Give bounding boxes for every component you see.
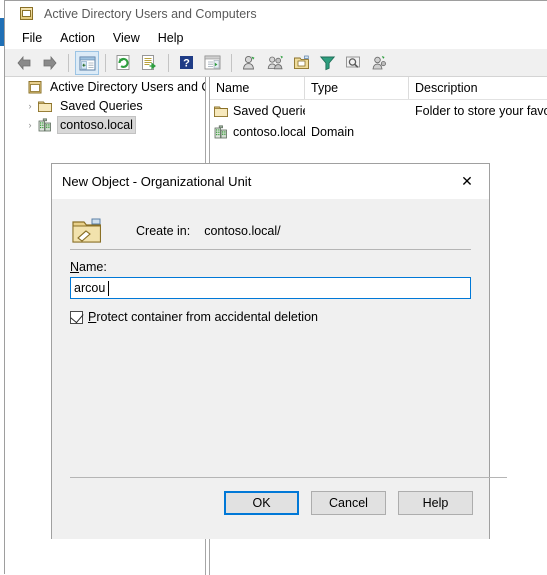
toolbar-separator <box>68 53 69 72</box>
name-input-wrapper[interactable] <box>70 277 471 299</box>
column-header-description[interactable]: Description <box>409 77 547 99</box>
list-cell-type: Domain <box>311 124 355 139</box>
name-input[interactable] <box>71 278 470 298</box>
window-title-bar: Active Directory Users and Computers <box>5 1 547 27</box>
list-cell-description: Folder to store your favo... <box>415 103 547 118</box>
help-icon[interactable]: ? <box>175 51 199 75</box>
column-header-name[interactable]: Name <box>210 77 305 99</box>
tree-node-saved-queries[interactable]: › Saved Queries <box>5 96 205 115</box>
refresh-icon[interactable] <box>112 51 136 75</box>
checkmark-icon <box>70 309 84 323</box>
name-label-accesskey: N <box>70 260 80 274</box>
protect-container-label: Protect container from accidental deleti… <box>88 310 318 324</box>
dialog-footer: OK Cancel Help <box>52 477 507 539</box>
list-cell-name: contoso.local <box>210 124 305 140</box>
dialog-button-row: OK Cancel Help <box>52 491 489 515</box>
menu-view[interactable]: View <box>104 29 149 47</box>
console-window-icon <box>19 6 35 22</box>
find-icon[interactable] <box>342 51 366 75</box>
create-in-row: Create in: contoso.local/ <box>52 199 489 249</box>
name-label-rest: ame: <box>79 260 107 274</box>
tree-node-root[interactable]: Active Directory Users and Com <box>5 77 228 96</box>
tree-node-root-label: Active Directory Users and Com <box>50 79 228 94</box>
show-hide-action-pane-icon[interactable] <box>201 51 225 75</box>
folder-icon <box>37 98 53 114</box>
organizational-unit-icon <box>70 216 104 246</box>
menu-help[interactable]: Help <box>149 29 193 47</box>
dialog-title-bar: New Object - Organizational Unit ✕ <box>52 164 489 199</box>
dialog-separator-bottom <box>70 477 507 478</box>
list-cell-name-label: Saved Queries <box>233 103 305 118</box>
text-caret <box>108 281 109 296</box>
ok-button[interactable]: OK <box>224 491 299 515</box>
dialog-body: Create in: contoso.local/ Name: Protect … <box>52 199 507 539</box>
export-list-icon[interactable] <box>138 51 162 75</box>
table-row[interactable]: contoso.local Domain <box>210 121 547 142</box>
menu-action[interactable]: Action <box>51 29 104 47</box>
domain-icon <box>37 117 53 133</box>
list-column-headers: Name Type Description <box>210 77 547 100</box>
tree-node-contoso-local[interactable]: › contoso.local <box>5 115 205 134</box>
tree-node-contoso-local-label: contoso.local <box>57 115 136 134</box>
toolbar-separator <box>231 53 232 72</box>
new-user-icon[interactable] <box>238 51 262 75</box>
table-row[interactable]: Saved Queries Folder to store your favo.… <box>210 100 547 121</box>
main-window: Active Directory Users and Computers Fil… <box>4 0 547 575</box>
tree-expander-root[interactable] <box>13 80 27 94</box>
window-title: Active Directory Users and Computers <box>44 7 257 21</box>
protect-container-checkbox-row[interactable]: Protect container from accidental deleti… <box>52 299 489 324</box>
list-cell-name-label: contoso.local <box>233 124 305 139</box>
forward-icon[interactable] <box>38 51 62 75</box>
create-in-label: Create in: <box>136 224 191 238</box>
tree-expander-saved-queries[interactable]: › <box>23 99 37 113</box>
name-field-label: Name: <box>52 250 489 277</box>
filter-icon[interactable] <box>316 51 340 75</box>
toolbar: ? <box>5 49 547 77</box>
new-object-dialog: New Object - Organizational Unit ✕ Creat… <box>51 163 507 539</box>
help-button[interactable]: Help <box>398 491 473 515</box>
protect-container-checkbox[interactable] <box>70 309 84 324</box>
tree-node-saved-queries-label: Saved Queries <box>60 98 143 113</box>
close-icon[interactable]: ✕ <box>445 165 489 199</box>
console-root-icon <box>27 79 43 95</box>
svg-text:?: ? <box>183 57 190 69</box>
tree-expander-contoso-local[interactable]: › <box>23 118 37 132</box>
menu-file[interactable]: File <box>13 29 51 47</box>
toolbar-separator <box>105 53 106 72</box>
create-in-value: contoso.local/ <box>204 224 281 238</box>
cancel-button[interactable]: Cancel <box>311 491 386 515</box>
new-group-icon[interactable] <box>264 51 288 75</box>
toolbar-separator <box>168 53 169 72</box>
back-icon[interactable] <box>12 51 36 75</box>
column-header-type[interactable]: Type <box>305 77 409 99</box>
new-contact-icon[interactable] <box>368 51 392 75</box>
dialog-title: New Object - Organizational Unit <box>62 174 252 189</box>
folder-icon <box>213 103 229 119</box>
list-cell-name: Saved Queries <box>210 103 305 119</box>
new-ou-icon[interactable] <box>290 51 314 75</box>
menu-bar: File Action View Help <box>5 27 547 49</box>
show-hide-console-tree-icon[interactable] <box>75 50 99 75</box>
domain-icon <box>213 124 229 140</box>
protect-label-rest: rotect container from accidental deletio… <box>96 310 318 324</box>
